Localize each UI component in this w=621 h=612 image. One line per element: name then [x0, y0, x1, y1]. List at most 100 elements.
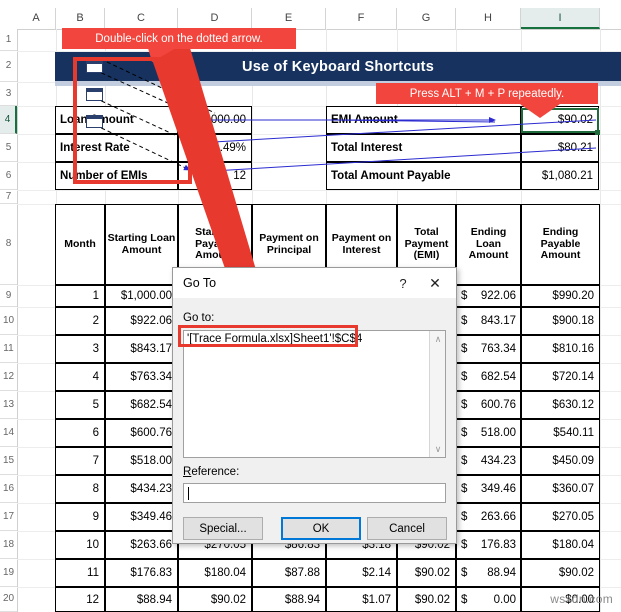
table-row-0-cell-7[interactable]: $990.20 [521, 285, 600, 307]
table-row-10-cell-4[interactable]: $2.14 [326, 559, 397, 587]
table-row-11-cell-2[interactable]: $90.02 [178, 587, 252, 612]
row-header-2[interactable]: 2 [0, 51, 17, 82]
table-row-2-cell-6[interactable]: $763.34 [456, 335, 521, 363]
row-header-9[interactable]: 9 [0, 285, 17, 307]
table-row-4-cell-7[interactable]: $630.12 [521, 391, 600, 419]
schedule-column-header-1[interactable]: Starting Loan Amount [105, 204, 178, 285]
row-header-1[interactable]: 1 [0, 29, 17, 51]
table-row-5-cell-6[interactable]: $518.00 [456, 419, 521, 447]
column-header-a[interactable]: A [17, 8, 56, 29]
goto-listbox[interactable]: '[Trace Formula.xlsx]Sheet1'!$C$4 ∧ ∨ [183, 330, 446, 458]
row-header-6[interactable]: 6 [0, 162, 17, 190]
row-header-17[interactable]: 17 [0, 503, 17, 531]
fill-handle[interactable] [595, 130, 600, 135]
table-row-5-cell-7[interactable]: $540.11 [521, 419, 600, 447]
table-row-3-cell-6[interactable]: $682.54 [456, 363, 521, 391]
column-header-i[interactable]: I [521, 8, 600, 29]
scroll-up-icon[interactable]: ∧ [430, 331, 446, 347]
table-row-2-cell-1[interactable]: $843.17 [105, 335, 178, 363]
table-row-3-cell-0[interactable]: 4 [55, 363, 105, 391]
table-row-10-cell-0[interactable]: 11 [55, 559, 105, 587]
table-row-6-cell-6[interactable]: $434.23 [456, 447, 521, 475]
table-row-10-cell-1[interactable]: $176.83 [105, 559, 178, 587]
row-header-8[interactable]: 8 [0, 204, 17, 285]
table-row-1-cell-7[interactable]: $900.18 [521, 307, 600, 335]
table-row-0-cell-0[interactable]: 1 [55, 285, 105, 307]
table-row-11-cell-6[interactable]: $0.00 [456, 587, 521, 612]
row-header-14[interactable]: 14 [0, 419, 17, 447]
column-header-c[interactable]: C [105, 8, 178, 29]
column-header-g[interactable]: G [397, 8, 456, 29]
row-header-16[interactable]: 16 [0, 475, 17, 503]
help-icon[interactable]: ? [394, 274, 412, 292]
table-row-10-cell-3[interactable]: $87.88 [252, 559, 326, 587]
result-label-2[interactable]: Total Amount Payable [326, 162, 521, 190]
table-row-2-cell-0[interactable]: 3 [55, 335, 105, 363]
table-row-5-cell-0[interactable]: 6 [55, 419, 105, 447]
table-row-11-cell-4[interactable]: $1.07 [326, 587, 397, 612]
result-label-1[interactable]: Total Interest [326, 134, 521, 162]
table-row-1-cell-6[interactable]: $843.17 [456, 307, 521, 335]
table-row-2-cell-7[interactable]: $810.16 [521, 335, 600, 363]
cancel-button[interactable]: Cancel [367, 517, 447, 540]
table-row-9-cell-1[interactable]: $263.66 [105, 531, 178, 559]
table-row-0-cell-6[interactable]: $922.06 [456, 285, 521, 307]
schedule-column-header-6[interactable]: Ending Loan Amount [456, 204, 521, 285]
result-value-2[interactable]: $1,080.21 [521, 162, 599, 190]
row-header-11[interactable]: 11 [0, 335, 17, 363]
row-header-12[interactable]: 12 [0, 363, 17, 391]
table-row-4-cell-0[interactable]: 5 [55, 391, 105, 419]
table-row-11-cell-3[interactable]: $88.94 [252, 587, 326, 612]
table-row-7-cell-6[interactable]: $349.46 [456, 475, 521, 503]
result-value-1[interactable]: $80.21 [521, 134, 599, 162]
table-row-0-cell-1[interactable]: $1,000.00 [105, 285, 178, 307]
table-row-10-cell-5[interactable]: $90.02 [397, 559, 456, 587]
table-row-7-cell-7[interactable]: $360.07 [521, 475, 600, 503]
table-row-11-cell-0[interactable]: 12 [55, 587, 105, 612]
close-icon[interactable]: ✕ [422, 274, 448, 292]
table-row-6-cell-0[interactable]: 7 [55, 447, 105, 475]
scroll-down-icon[interactable]: ∨ [430, 441, 446, 457]
table-row-8-cell-0[interactable]: 9 [55, 503, 105, 531]
column-header-h[interactable]: H [456, 8, 521, 29]
table-row-4-cell-6[interactable]: $600.76 [456, 391, 521, 419]
row-header-13[interactable]: 13 [0, 391, 17, 419]
ok-button[interactable]: OK [281, 517, 361, 540]
table-row-9-cell-7[interactable]: $180.04 [521, 531, 600, 559]
table-row-8-cell-7[interactable]: $270.05 [521, 503, 600, 531]
go-to-dialog[interactable]: Go To ? ✕ Go to: '[Trace Formula.xlsx]Sh… [172, 267, 457, 544]
special-button[interactable]: Special... [183, 517, 263, 540]
table-row-10-cell-2[interactable]: $180.04 [178, 559, 252, 587]
table-row-6-cell-1[interactable]: $518.00 [105, 447, 178, 475]
table-row-3-cell-7[interactable]: $720.14 [521, 363, 600, 391]
row-header-3[interactable]: 3 [0, 82, 17, 106]
table-row-9-cell-0[interactable]: 10 [55, 531, 105, 559]
table-row-9-cell-6[interactable]: $176.83 [456, 531, 521, 559]
listbox-scrollbar[interactable]: ∧ ∨ [429, 331, 445, 457]
column-header-f[interactable]: F [326, 8, 397, 29]
column-header-d[interactable]: D [178, 8, 252, 29]
table-row-11-cell-5[interactable]: $90.02 [397, 587, 456, 612]
reference-input[interactable] [183, 483, 446, 503]
table-row-10-cell-6[interactable]: $88.94 [456, 559, 521, 587]
column-header-e[interactable]: E [252, 8, 326, 29]
row-header-20[interactable]: 20 [0, 587, 17, 612]
table-row-10-cell-7[interactable]: $90.02 [521, 559, 600, 587]
row-header-5[interactable]: 5 [0, 134, 17, 162]
table-row-6-cell-7[interactable]: $450.09 [521, 447, 600, 475]
table-row-8-cell-1[interactable]: $349.46 [105, 503, 178, 531]
schedule-column-header-0[interactable]: Month [55, 204, 105, 285]
row-header-4[interactable]: 4 [0, 106, 17, 134]
column-header-b[interactable]: B [56, 8, 105, 29]
table-row-4-cell-1[interactable]: $682.54 [105, 391, 178, 419]
table-row-11-cell-1[interactable]: $88.94 [105, 587, 178, 612]
row-header-10[interactable]: 10 [0, 307, 17, 335]
table-row-8-cell-6[interactable]: $263.66 [456, 503, 521, 531]
table-row-3-cell-1[interactable]: $763.34 [105, 363, 178, 391]
result-label-0[interactable]: EMI Amount [326, 106, 521, 134]
table-row-7-cell-0[interactable]: 8 [55, 475, 105, 503]
table-row-5-cell-1[interactable]: $600.76 [105, 419, 178, 447]
table-row-1-cell-1[interactable]: $922.06 [105, 307, 178, 335]
schedule-column-header-7[interactable]: Ending Payable Amount [521, 204, 600, 285]
table-row-1-cell-0[interactable]: 2 [55, 307, 105, 335]
